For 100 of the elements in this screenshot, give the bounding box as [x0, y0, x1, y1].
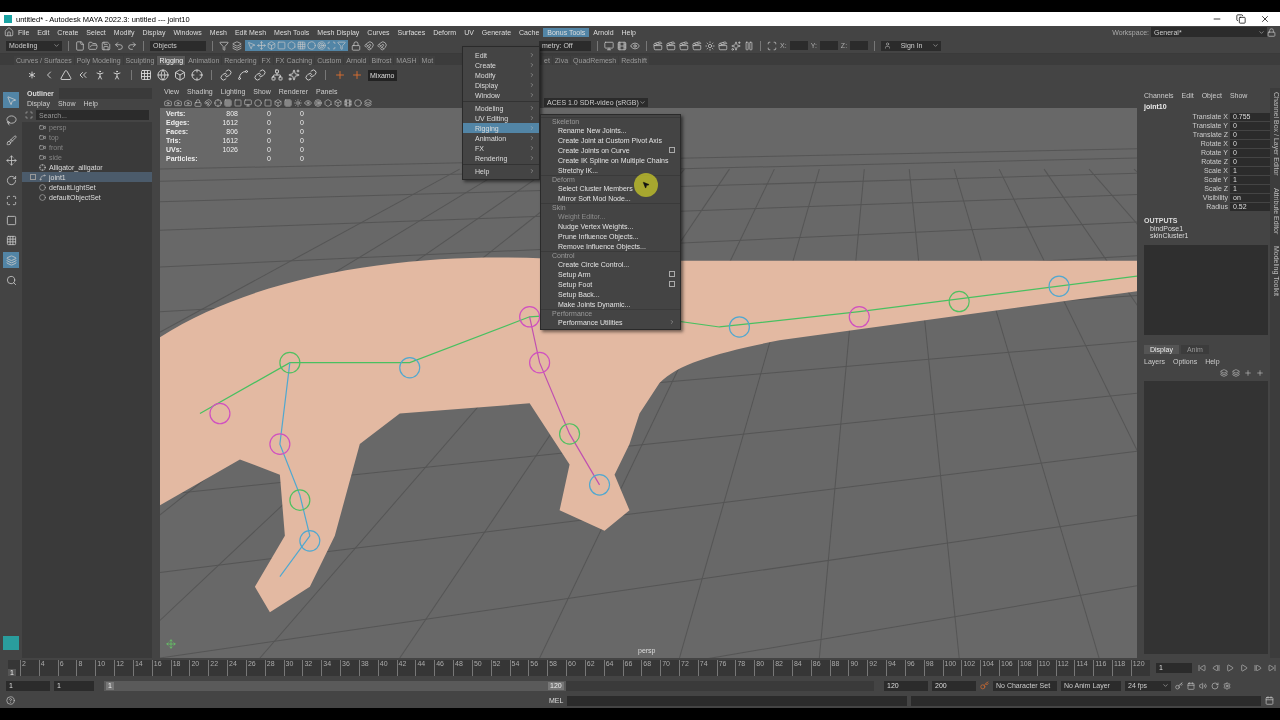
triangle-icon[interactable]	[60, 69, 72, 81]
coordinate-field[interactable]	[850, 41, 869, 50]
clapperboard-icon[interactable]	[653, 40, 663, 51]
pause-icon[interactable]	[744, 40, 754, 51]
plus-icon[interactable]	[351, 69, 363, 81]
clapperboard-icon[interactable]	[692, 40, 702, 51]
figure-icon[interactable]	[111, 69, 123, 81]
help-icon[interactable]	[6, 696, 15, 705]
skip-back-icon[interactable]	[1198, 664, 1206, 672]
clapperboard-icon[interactable]	[666, 40, 676, 51]
coordinate-field[interactable]	[819, 41, 838, 50]
add-layer-icon[interactable]	[1244, 369, 1252, 377]
viewport-tool-icon[interactable]	[164, 98, 172, 107]
folder-icon[interactable]	[88, 40, 98, 51]
eye-icon[interactable]	[630, 40, 640, 51]
search-icon[interactable]	[5, 274, 17, 286]
viewport-tool-icon[interactable]	[324, 98, 332, 107]
filter-icon[interactable]	[337, 41, 346, 50]
select-frame-icon[interactable]	[25, 111, 33, 119]
crosshair-icon[interactable]	[191, 69, 203, 81]
magnet-icon[interactable]	[377, 40, 387, 51]
circle-icon[interactable]	[39, 193, 46, 201]
add-layer-icon[interactable]	[1256, 369, 1264, 377]
network-icon[interactable]	[271, 69, 283, 81]
clapperboard-icon[interactable]	[718, 40, 728, 51]
expand-icon[interactable]	[30, 174, 36, 180]
camera-icon[interactable]	[39, 153, 46, 161]
caret-icon[interactable]	[932, 42, 940, 49]
scale-tool-icon[interactable]	[5, 194, 17, 206]
viewport-tool-icon[interactable]	[304, 98, 312, 107]
layers-icon[interactable]	[232, 40, 242, 51]
lasso-icon[interactable]	[5, 114, 17, 126]
viewport-tool-icon[interactable]	[194, 98, 202, 107]
viewport-tool-icon[interactable]	[284, 98, 292, 107]
caret-icon[interactable]	[1258, 28, 1265, 36]
caret-icon[interactable]	[53, 42, 60, 49]
caret-icon[interactable]	[639, 99, 646, 106]
double-chevron-icon[interactable]	[77, 69, 89, 81]
pointer-icon[interactable]	[247, 41, 256, 50]
viewport-tool-icon[interactable]	[364, 98, 372, 107]
lock-icon[interactable]	[351, 40, 361, 51]
settings-icon[interactable]	[1223, 681, 1231, 690]
cube-icon[interactable]	[267, 41, 276, 50]
play-icon[interactable]	[1240, 664, 1248, 672]
grid-icon[interactable]	[297, 41, 306, 50]
sun-icon[interactable]	[705, 40, 715, 51]
command-input-field[interactable]	[567, 695, 908, 706]
viewport-tool-icon[interactable]	[274, 98, 282, 107]
option-box[interactable]	[669, 281, 675, 287]
layer-icon[interactable]	[1232, 369, 1240, 377]
square-icon[interactable]	[5, 214, 17, 226]
script-editor-icon[interactable]	[1265, 696, 1274, 705]
redo-icon[interactable]	[127, 40, 137, 51]
move-tool-icon[interactable]	[5, 154, 17, 166]
user-icon[interactable]	[884, 42, 892, 49]
paint-icon[interactable]	[5, 134, 17, 146]
close-icon[interactable]	[1260, 14, 1270, 24]
viewport-tool-icon[interactable]	[294, 98, 302, 107]
restore-icon[interactable]	[1236, 14, 1246, 24]
undo-icon[interactable]	[114, 40, 124, 51]
viewport-tool-icon[interactable]	[184, 98, 192, 107]
camera-icon[interactable]	[39, 123, 46, 131]
sparkle-icon[interactable]	[731, 40, 741, 51]
link-icon[interactable]	[254, 69, 266, 81]
lattice-icon[interactable]	[140, 69, 152, 81]
viewport-tool-icon[interactable]	[234, 98, 242, 107]
option-box[interactable]	[669, 271, 675, 277]
magnet-icon[interactable]	[364, 40, 374, 51]
step-forward-icon[interactable]	[1254, 664, 1262, 672]
plus-icon[interactable]	[334, 69, 346, 81]
panel-layout-icon[interactable]	[5, 254, 17, 266]
link-icon[interactable]	[305, 69, 317, 81]
monitor-icon[interactable]	[604, 40, 614, 51]
loop-icon[interactable]	[1211, 681, 1219, 690]
sound-icon[interactable]	[1199, 681, 1207, 690]
scan-icon[interactable]	[767, 40, 777, 51]
key-icon[interactable]	[1175, 681, 1183, 690]
target-icon[interactable]	[317, 41, 326, 50]
layer-icon[interactable]	[1220, 369, 1228, 377]
film-icon[interactable]	[617, 40, 627, 51]
play-reverse-icon[interactable]	[1226, 664, 1234, 672]
viewport-tool-icon[interactable]	[174, 98, 182, 107]
circle-icon[interactable]	[307, 41, 316, 50]
viewport-tool-icon[interactable]	[344, 98, 352, 107]
layout-icon[interactable]	[5, 234, 17, 246]
lock-icon[interactable]	[1267, 27, 1276, 37]
viewport-tool-icon[interactable]	[354, 98, 362, 107]
step-back-icon[interactable]	[1212, 664, 1220, 672]
select-tool-icon[interactable]	[5, 94, 17, 106]
coordinate-field[interactable]	[789, 41, 808, 50]
clapperboard-icon[interactable]	[679, 40, 689, 51]
key-icon[interactable]	[980, 681, 989, 690]
viewport-tool-icon[interactable]	[204, 98, 212, 107]
cage-icon[interactable]	[174, 69, 186, 81]
link-icon[interactable]	[220, 69, 232, 81]
camera-icon[interactable]	[39, 133, 46, 141]
caret-icon[interactable]	[1162, 682, 1169, 689]
viewport-tool-icon[interactable]	[214, 98, 222, 107]
skip-forward-icon[interactable]	[1268, 664, 1276, 672]
circle-icon[interactable]	[39, 183, 46, 191]
